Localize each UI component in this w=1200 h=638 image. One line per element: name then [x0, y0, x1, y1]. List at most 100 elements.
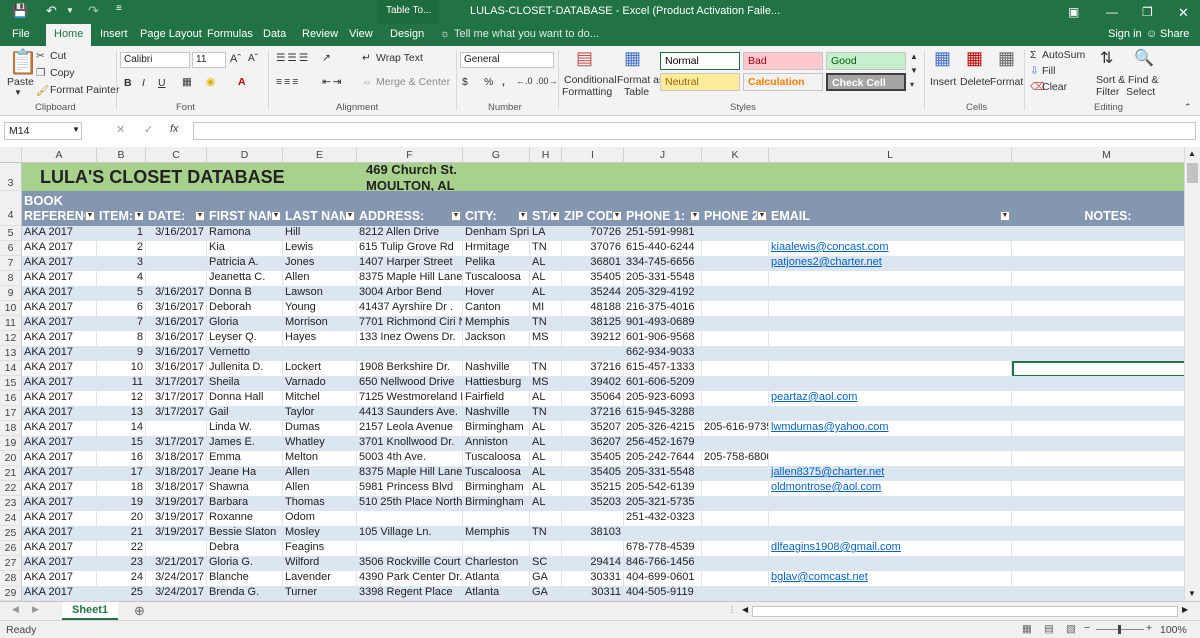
- undo-icon[interactable]: ↶: [46, 3, 57, 19]
- cell-l13[interactable]: [769, 346, 1012, 361]
- cell-e25[interactable]: Mosley: [283, 526, 357, 541]
- cell-d16[interactable]: Donna Hall: [207, 391, 283, 406]
- cell-l26[interactable]: dlfeagins1908@gmail.com: [769, 541, 1012, 556]
- cell-j9[interactable]: 205-329-4192: [624, 286, 702, 301]
- row-header[interactable]: 8: [0, 271, 22, 286]
- cell-f6[interactable]: 615 Tulip Grove Rd: [357, 241, 463, 256]
- cell-c14[interactable]: 3/16/2017: [146, 361, 207, 376]
- row-header[interactable]: 14: [0, 361, 22, 376]
- cell-h8[interactable]: AL: [530, 271, 562, 286]
- format-as-label[interactable]: Format as: [617, 74, 664, 86]
- spreadsheet-grid[interactable]: ABCDEFGHIJKLM 3 LULA'S CLOSET DATABASE 469…: [0, 147, 1184, 601]
- cell-a14[interactable]: AKA 2017: [22, 361, 97, 376]
- row-header[interactable]: 11: [0, 316, 22, 331]
- underline-button[interactable]: U: [158, 77, 166, 89]
- row-header[interactable]: 3: [0, 163, 22, 191]
- sheet-tab-sheet1[interactable]: Sheet1: [62, 602, 119, 620]
- select-all-corner[interactable]: [0, 147, 22, 163]
- cell-a21[interactable]: AKA 2017: [22, 466, 97, 481]
- column-header-c[interactable]: C: [146, 147, 207, 163]
- cell-l10[interactable]: [769, 301, 1012, 316]
- cell-l21[interactable]: jallen8375@charter.net: [769, 466, 1012, 481]
- cell-b11[interactable]: 7: [97, 316, 146, 331]
- delete-cells-button[interactable]: Delete: [960, 76, 990, 88]
- cell-k21[interactable]: [702, 466, 769, 481]
- cell-b29[interactable]: 25: [97, 586, 146, 601]
- cell-m15[interactable]: [1012, 376, 1184, 391]
- cell-g27[interactable]: Charleston: [463, 556, 530, 571]
- tab-page-layout[interactable]: Page Layout: [140, 28, 202, 40]
- cell-h10[interactable]: MI: [530, 301, 562, 316]
- cell-e10[interactable]: Young: [283, 301, 357, 316]
- cell-m10[interactable]: [1012, 301, 1184, 316]
- wrap-text-icon[interactable]: ↵: [362, 52, 371, 64]
- cell-a27[interactable]: AKA 2017: [22, 556, 97, 571]
- confirm-entry-icon[interactable]: ✓: [144, 123, 153, 136]
- cell-k19[interactable]: [702, 436, 769, 451]
- undo-dropdown-icon[interactable]: ▼: [66, 6, 74, 15]
- cell-b5[interactable]: 1: [97, 226, 146, 241]
- cell-d8[interactable]: Jeanetta C.: [207, 271, 283, 286]
- row-header[interactable]: 18: [0, 421, 22, 436]
- decrease-decimal-icon[interactable]: .00→: [536, 76, 558, 86]
- cell-d25[interactable]: Bessie Slaton: [207, 526, 283, 541]
- cell-a7[interactable]: AKA 2017: [22, 256, 97, 271]
- cell-a29[interactable]: AKA 2017: [22, 586, 97, 601]
- delete-cells-icon[interactable]: ▦: [966, 48, 983, 69]
- cell-m29[interactable]: [1012, 586, 1184, 601]
- cell-d22[interactable]: Shawna: [207, 481, 283, 496]
- scroll-thumb[interactable]: [1187, 163, 1198, 183]
- row-header[interactable]: 16: [0, 391, 22, 406]
- cell-f16[interactable]: 7125 Westmoreland D: [357, 391, 463, 406]
- cell-b23[interactable]: 19: [97, 496, 146, 511]
- cell-i11[interactable]: 38125: [562, 316, 624, 331]
- cell-i23[interactable]: 35203: [562, 496, 624, 511]
- filter-dropdown-icon[interactable]: ▼: [518, 211, 528, 221]
- cell-k25[interactable]: [702, 526, 769, 541]
- tab-data[interactable]: Data: [263, 28, 286, 40]
- column-header-i[interactable]: I: [562, 147, 624, 163]
- cell-style-bad[interactable]: Bad: [743, 52, 823, 70]
- cell-l29[interactable]: [769, 586, 1012, 601]
- cell-h20[interactable]: AL: [530, 451, 562, 466]
- cell-f10[interactable]: 41437 Ayrshire Dr .: [357, 301, 463, 316]
- cell-m27[interactable]: [1012, 556, 1184, 571]
- cell-c11[interactable]: 3/16/2017: [146, 316, 207, 331]
- cell-a5[interactable]: AKA 2017: [22, 226, 97, 241]
- cell-i12[interactable]: 39212: [562, 331, 624, 346]
- cell-k6[interactable]: [702, 241, 769, 256]
- cell-i16[interactable]: 35064: [562, 391, 624, 406]
- cell-f13[interactable]: [357, 346, 463, 361]
- cell-c28[interactable]: 3/24/2017: [146, 571, 207, 586]
- find-label[interactable]: Find &: [1128, 74, 1158, 86]
- filter-dropdown-icon[interactable]: ▼: [757, 211, 767, 221]
- fill-icon[interactable]: ⇩: [1030, 65, 1039, 77]
- tell-me-box[interactable]: Tell me what you want to do...: [454, 28, 599, 40]
- cell-e6[interactable]: Lewis: [283, 241, 357, 256]
- cell-m25[interactable]: [1012, 526, 1184, 541]
- save-icon[interactable]: 💾: [12, 3, 28, 19]
- cell-h5[interactable]: LA: [530, 226, 562, 241]
- cell-d24[interactable]: Roxanne: [207, 511, 283, 526]
- name-box-dropdown-icon[interactable]: ▼: [72, 125, 80, 134]
- filter-dropdown-icon[interactable]: ▼: [690, 211, 700, 221]
- share-button[interactable]: Share: [1160, 28, 1189, 40]
- row-header[interactable]: 22: [0, 481, 22, 496]
- cell-f8[interactable]: 8375 Maple Hill Lane: [357, 271, 463, 286]
- filter-dropdown-icon[interactable]: ▼: [451, 211, 461, 221]
- cell-i27[interactable]: 29414: [562, 556, 624, 571]
- prev-sheet-icon[interactable]: ◀: [12, 604, 19, 615]
- cell-d7[interactable]: Patricia A.: [207, 256, 283, 271]
- cell-e18[interactable]: Dumas: [283, 421, 357, 436]
- cell-h21[interactable]: AL: [530, 466, 562, 481]
- row-header[interactable]: 9: [0, 286, 22, 301]
- increase-font-icon[interactable]: Aˆ: [230, 53, 241, 65]
- cell-a8[interactable]: AKA 2017: [22, 271, 97, 286]
- name-box[interactable]: M14: [4, 122, 82, 140]
- cell-m13[interactable]: [1012, 346, 1184, 361]
- cell-a19[interactable]: AKA 2017: [22, 436, 97, 451]
- next-sheet-icon[interactable]: ▶: [32, 604, 39, 615]
- cell-m20[interactable]: [1012, 451, 1184, 466]
- cell-h18[interactable]: AL: [530, 421, 562, 436]
- cell-m8[interactable]: [1012, 271, 1184, 286]
